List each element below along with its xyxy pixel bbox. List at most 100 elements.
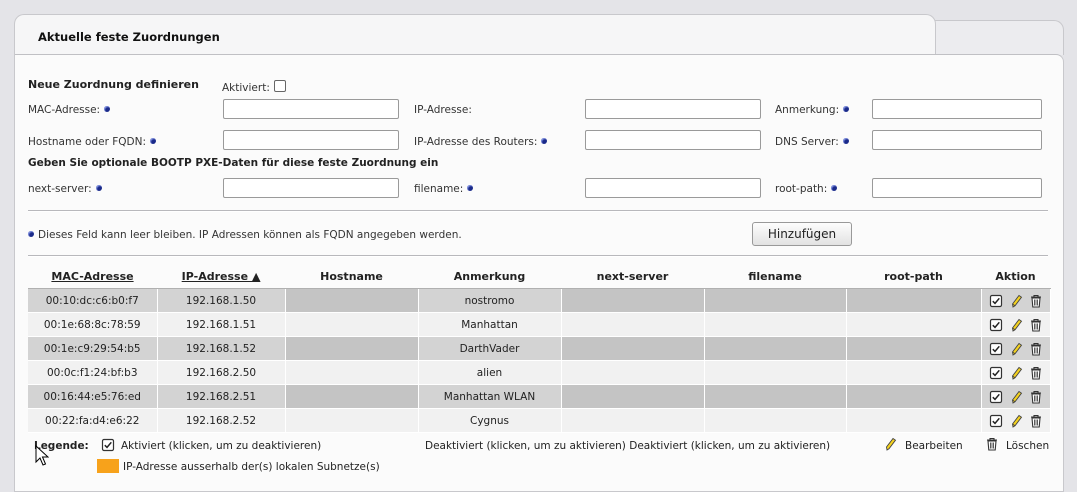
legend-edit: Bearbeiten [905,440,963,452]
cell-nextserver [561,288,705,313]
pencil-icon[interactable] [1009,414,1023,428]
activated-checkbox[interactable] [273,80,286,92]
divider [28,210,1048,212]
add-button[interactable]: Hinzufügen [752,222,852,246]
trash-icon[interactable] [1029,366,1043,380]
column-header-rootpath: root-path [846,264,981,289]
hostname-label: Hostname oder FQDN: [28,136,147,148]
cell-mac: 00:1e:c9:29:54:b5 [28,336,158,361]
form-heading: Neue Zuordnung definieren [28,78,199,91]
cell-filename [704,408,847,433]
dns-input[interactable] [872,130,1042,150]
pencil-icon[interactable] [1009,318,1023,332]
cell-remark: Cygnus [418,408,562,433]
trash-icon[interactable] [1029,414,1043,428]
mac-label-row: MAC-Adresse: [28,104,111,116]
outside-subnet-swatch [97,459,119,473]
cell-hostname [285,312,419,337]
cell-nextserver [561,336,705,361]
column-header-ip[interactable]: IP-Adresse ▲ [157,264,285,289]
cell-action [981,312,1051,337]
info-dot-icon [28,231,34,237]
cell-mac: 00:10:dc:c6:b0:f7 [28,288,158,313]
cell-remark: alien [418,360,562,385]
cell-ip: 192.168.1.50 [157,288,286,313]
cell-hostname [285,336,419,361]
trash-icon[interactable] [1029,390,1043,404]
legend-activated: Aktiviert (klicken, um zu deaktivieren) [121,440,322,452]
pencil-icon[interactable] [1009,390,1023,404]
remark-input[interactable] [872,99,1042,119]
pencil-icon[interactable] [1009,342,1023,356]
cell-remark: Manhattan WLAN [418,384,562,409]
remark-label: Anmerkung: [775,104,840,116]
info-dot-icon [842,138,849,144]
column-header-filename: filename [704,264,846,289]
legend-deactivated: Deaktiviert (klicken, um zu aktivieren) … [425,440,831,452]
table-row: 00:22:fa:d4:e6:22 192.168.2.52 Cygnus [28,408,1051,433]
cell-hostname [285,288,419,313]
cell-filename [704,336,847,361]
trash-icon[interactable] [1029,318,1043,332]
trash-icon[interactable] [1029,342,1043,356]
bootp-heading: Geben Sie optionale BOOTP PXE-Daten für … [28,157,439,169]
pencil-icon[interactable] [1009,366,1023,380]
ip-input[interactable] [585,99,761,119]
cell-rootpath [846,360,982,385]
filename-label: filename: [414,183,464,195]
dns-label-row: DNS Server: [775,136,849,148]
hostname-input[interactable] [223,130,399,150]
table-row: 00:16:44:e5:76:ed 192.168.2.51 Manhattan… [28,384,1051,409]
table-row: 00:0c:f1:24:bf:b3 192.168.2.50 alien [28,360,1051,385]
cell-hostname [285,384,419,409]
cell-remark: nostromo [418,288,562,313]
column-header-hostname: Hostname [285,264,418,289]
cell-rootpath [846,336,982,361]
router-input[interactable] [585,130,761,150]
rootpath-input[interactable] [872,178,1042,198]
divider [28,255,1048,257]
router-label-row: IP-Adresse des Routers: [414,136,548,148]
cell-filename [704,312,847,337]
filename-input[interactable] [585,178,761,198]
table-row: 00:1e:c9:29:54:b5 192.168.1.52 DarthVade… [28,336,1051,361]
legend-outside-subnet: IP-Adresse ausserhalb der(s) lokalen Sub… [97,459,380,473]
column-header-mac[interactable]: MAC-Adresse [28,264,157,289]
checkbox-checked-icon[interactable] [989,342,1003,356]
nextserver-input[interactable] [223,178,399,198]
checkbox-checked-icon [101,438,115,452]
ip-label: IP-Adresse: [414,104,472,116]
column-header-nextserver: next-server [561,264,704,289]
checkbox-checked-icon[interactable] [989,294,1003,308]
cell-remark: Manhattan [418,312,562,337]
cell-rootpath [846,288,982,313]
mac-input[interactable] [223,99,399,119]
checkbox-checked-icon[interactable] [989,366,1003,380]
pencil-icon[interactable] [1009,294,1023,308]
info-dot-icon [843,106,850,112]
checkbox-checked-icon[interactable] [989,414,1003,428]
cell-action [981,408,1051,433]
cell-nextserver [561,312,705,337]
cell-rootpath [846,312,982,337]
cell-action [981,360,1051,385]
mouse-cursor-icon [35,445,49,466]
activated-row: Aktiviert: [222,80,286,94]
checkbox-checked-icon[interactable] [989,390,1003,404]
legend-outside-subnet-text: IP-Adresse ausserhalb der(s) lokalen Sub… [123,461,380,473]
legend-delete: Löschen [1006,440,1050,452]
table-header-row: MAC-Adresse IP-Adresse ▲ Hostname Anmerk… [28,264,1050,289]
cell-nextserver [561,360,705,385]
cell-action [981,288,1051,313]
cell-nextserver [561,384,705,409]
cell-ip: 192.168.2.52 [157,408,286,433]
info-dot-icon [541,138,548,144]
trash-icon[interactable] [1029,294,1043,308]
checkbox-checked-icon[interactable] [989,318,1003,332]
info-dot-icon [831,185,838,191]
rootpath-label-row: root-path: [775,183,838,195]
pencil-icon [886,437,897,451]
info-dot-icon [95,185,102,191]
cell-filename [704,360,847,385]
activated-label: Aktiviert: [222,82,270,94]
